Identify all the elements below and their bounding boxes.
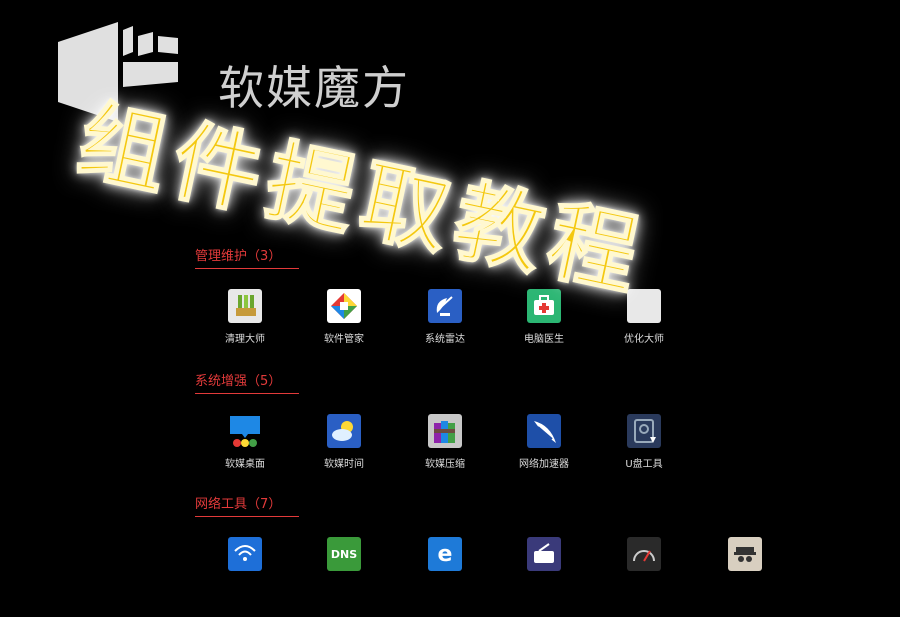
app-wifi-share[interactable] xyxy=(200,537,290,571)
spy-icon xyxy=(728,537,762,571)
app-ie-browser[interactable]: e xyxy=(400,537,490,571)
wifi-share-icon xyxy=(228,537,262,571)
app-label: 软媒桌面 xyxy=(225,459,265,470)
app-dns[interactable]: DNS xyxy=(299,537,389,571)
app-speed-test[interactable] xyxy=(599,537,689,571)
section-label: 网络工具 xyxy=(195,497,248,512)
app-label: 软媒压缩 xyxy=(425,459,465,470)
app-label: 软媒时间 xyxy=(324,459,364,470)
ie-browser-icon: e xyxy=(428,537,462,571)
radio-icon xyxy=(527,537,561,571)
desktop-bubble-icon xyxy=(228,414,262,448)
dns-icon: DNS xyxy=(327,537,361,571)
speedometer-icon xyxy=(627,537,661,571)
section-header[interactable]: 网络工具（7） xyxy=(195,493,299,517)
section-count: 7 xyxy=(260,497,269,512)
section-network-tools: 网络工具（7） DNS e xyxy=(195,493,762,617)
app-desktop[interactable]: 软媒桌面 xyxy=(200,414,290,470)
app-privacy[interactable] xyxy=(700,537,790,571)
app-radio[interactable] xyxy=(499,537,589,571)
